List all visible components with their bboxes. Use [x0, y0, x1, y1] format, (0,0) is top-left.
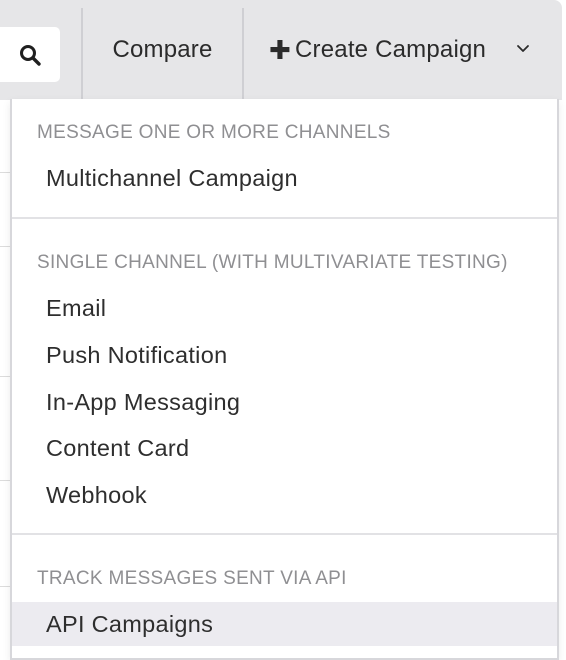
menu-item-push-notification[interactable]: Push Notification: [12, 333, 557, 377]
menu-item-api-campaigns[interactable]: API Campaigns: [12, 602, 557, 646]
compare-label: Compare: [112, 36, 213, 63]
section-header-track-api: TRACK MESSAGES SENT VIA API: [37, 568, 347, 589]
menu-divider: [12, 533, 557, 535]
menu-item-content-card[interactable]: Content Card: [12, 426, 557, 470]
section-header-multichannel: MESSAGE ONE OR MORE CHANNELS: [37, 122, 391, 143]
compare-button[interactable]: Compare: [83, 0, 242, 100]
chevron-down-icon[interactable]: [516, 44, 530, 54]
create-campaign-button[interactable]: ✚ Create Campaign: [245, 0, 562, 100]
menu-item-webhook[interactable]: Webhook: [12, 473, 557, 517]
toolbar: Compare ✚ Create Campaign: [0, 0, 562, 100]
search-icon: [20, 44, 41, 66]
toolbar-divider: [242, 8, 244, 100]
create-campaign-dropdown: MESSAGE ONE OR MORE CHANNELS Multichanne…: [10, 99, 559, 660]
search-button[interactable]: [0, 27, 60, 82]
plus-icon: ✚: [269, 35, 291, 65]
create-campaign-label: Create Campaign: [295, 36, 487, 63]
menu-divider: [12, 217, 557, 219]
section-header-single-channel: SINGLE CHANNEL (WITH MULTIVARIATE TESTIN…: [37, 252, 508, 273]
menu-item-multichannel-campaign[interactable]: Multichannel Campaign: [12, 156, 557, 200]
menu-item-email[interactable]: Email: [12, 286, 557, 330]
menu-item-in-app-messaging[interactable]: In-App Messaging: [12, 380, 557, 424]
